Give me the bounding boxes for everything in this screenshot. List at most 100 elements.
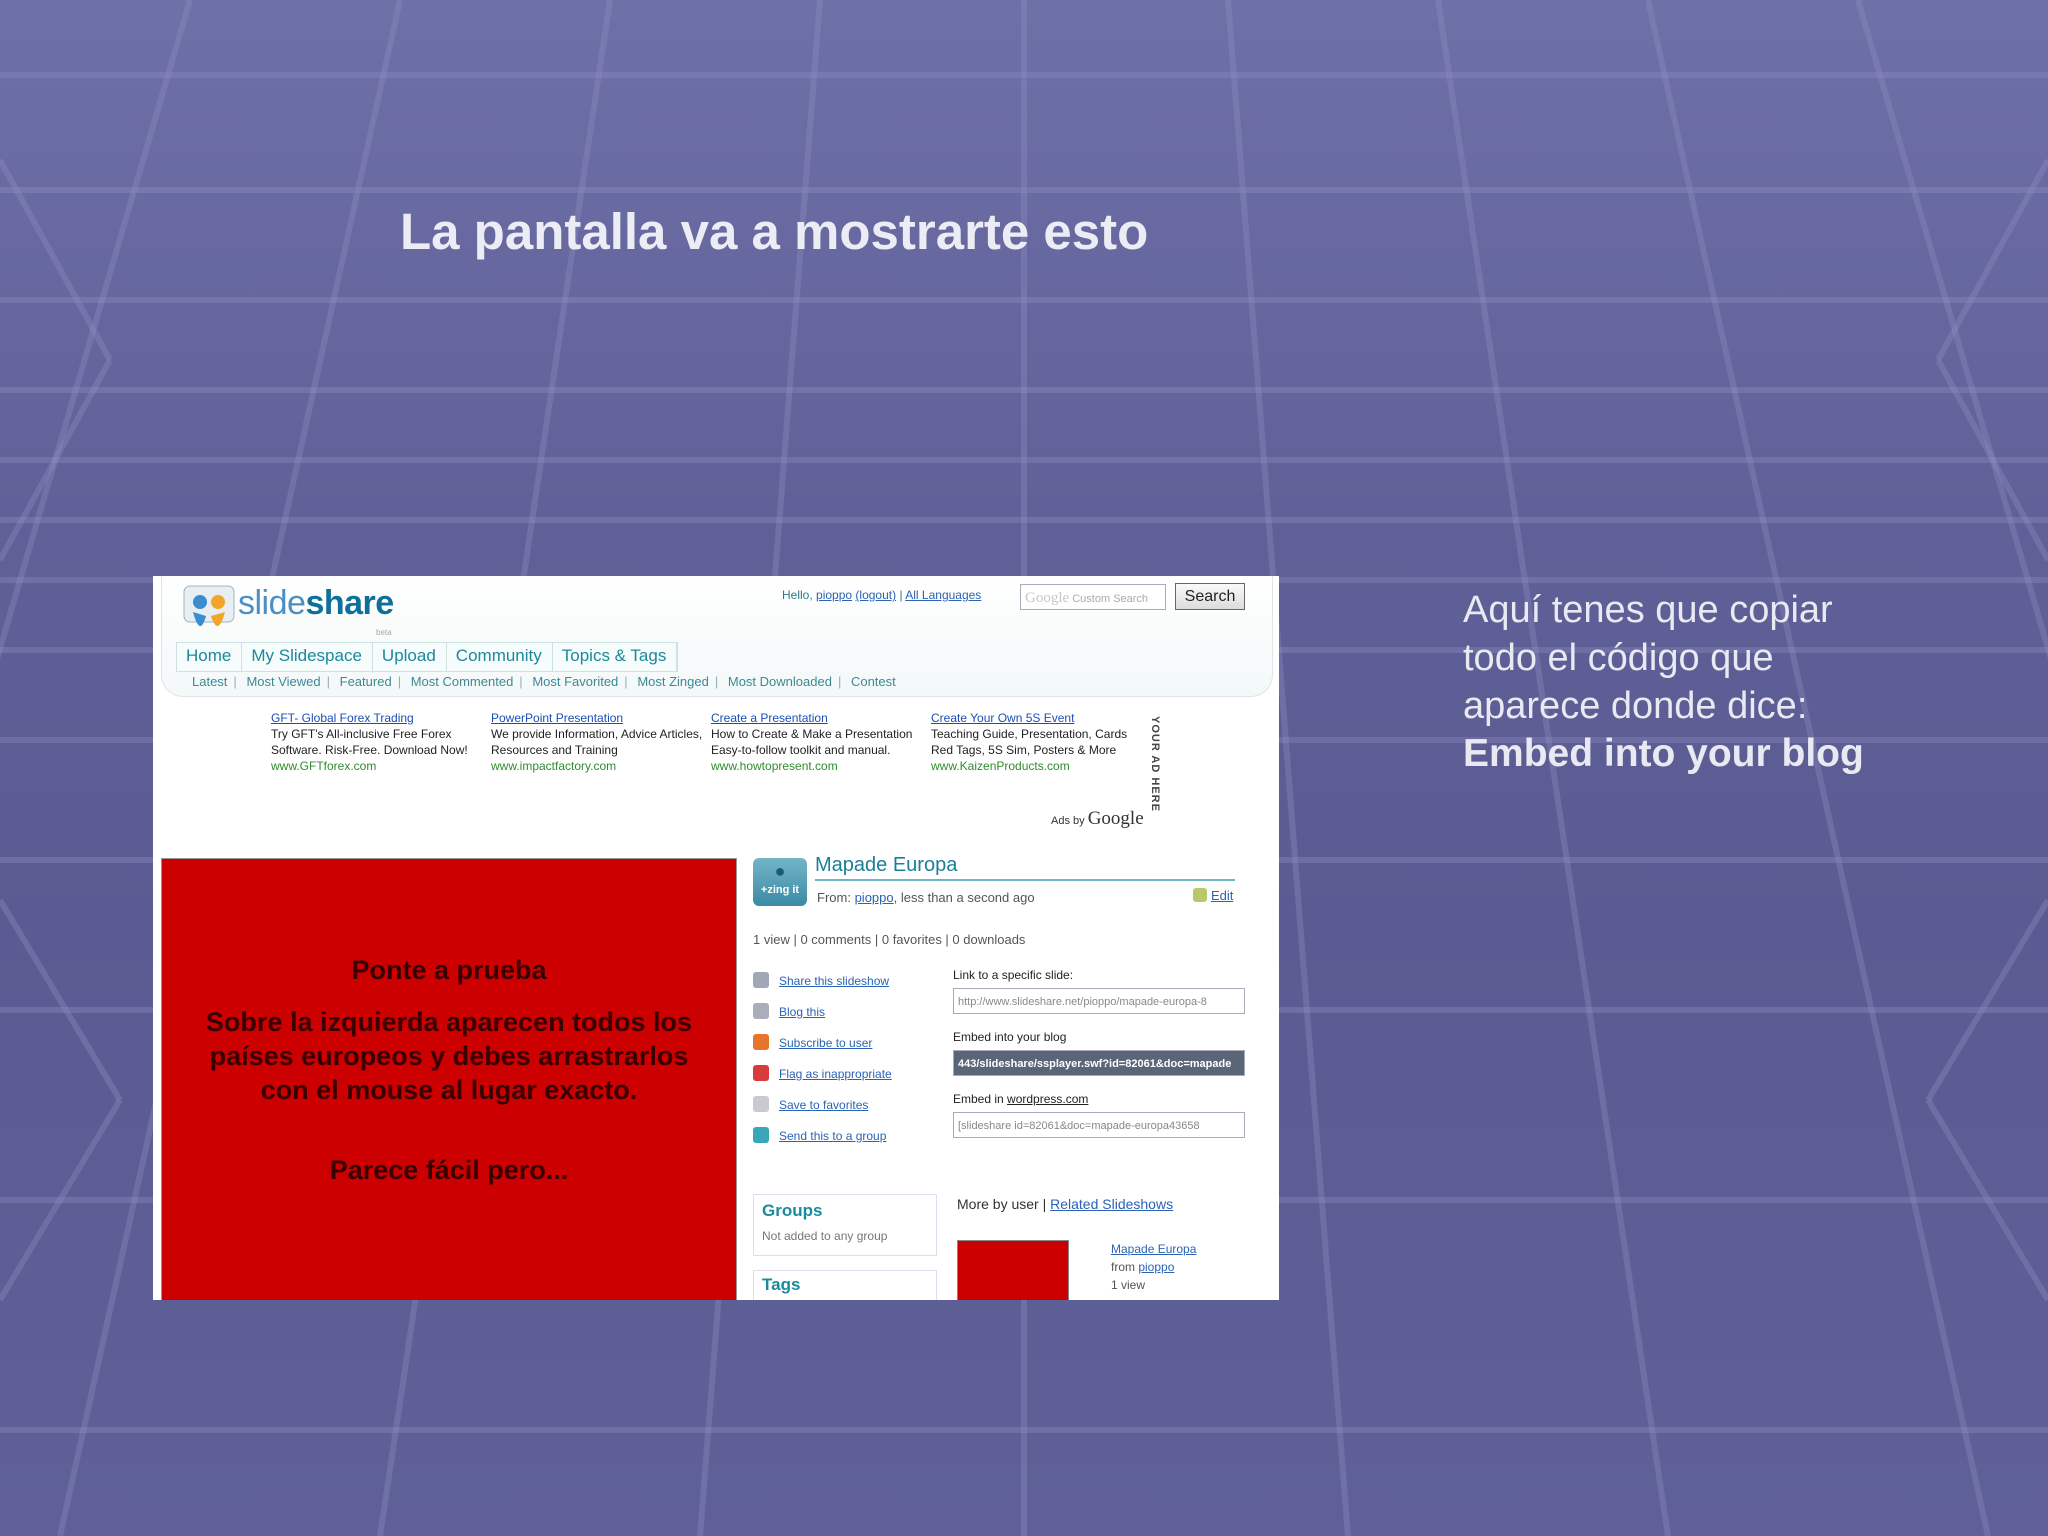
action-favorite[interactable]: Save to favorites: [753, 1096, 892, 1127]
action-label[interactable]: Subscribe to user: [779, 1036, 872, 1050]
username-link[interactable]: pioppo: [816, 588, 852, 602]
related-title-link[interactable]: Mapade Europa: [1111, 1242, 1196, 1256]
author-link[interactable]: pioppo: [855, 890, 894, 905]
subnav-latest[interactable]: Latest: [192, 674, 227, 689]
side-note: Aquí tenes que copiar todo el código que…: [1463, 586, 1903, 778]
ad-title[interactable]: GFT- Global Forex Trading: [271, 710, 486, 726]
subnav-featured[interactable]: Featured: [340, 674, 392, 689]
search-placeholder-brand: Google: [1025, 590, 1070, 606]
ad-body: Teaching Guide, Presentation, Cards Red …: [931, 727, 1128, 757]
nav-community[interactable]: Community: [447, 643, 553, 671]
ad-url[interactable]: www.howtopresent.com: [711, 758, 926, 774]
action-subscribe[interactable]: Subscribe to user: [753, 1034, 892, 1065]
ad-item[interactable]: Create Your Own 5S Event Teaching Guide,…: [931, 710, 1146, 774]
wordpress-link[interactable]: wordpress.com: [1007, 1092, 1088, 1106]
groups-subtitle: Not added to any group: [762, 1229, 888, 1243]
ad-item[interactable]: GFT- Global Forex Trading Try GFT's All-…: [271, 710, 486, 774]
slide-closing: Parece fácil pero...: [329, 1155, 569, 1185]
ad-item[interactable]: Create a Presentation How to Create & Ma…: [711, 710, 926, 774]
presentation-author: From: pioppo, less than a second ago: [817, 890, 1035, 905]
slideshare-screenshot: slideshare beta Hello, pioppo (logout) |…: [153, 576, 1279, 1300]
action-label[interactable]: Save to favorites: [779, 1098, 868, 1112]
action-label[interactable]: Send this to a group: [779, 1129, 886, 1143]
tab-related[interactable]: Related Slideshows: [1050, 1196, 1173, 1212]
groups-title: Groups: [762, 1201, 823, 1220]
sub-nav: Latest | Most Viewed | Featured | Most Comm…: [192, 674, 896, 689]
tags-panel: Tags: [753, 1270, 937, 1300]
ads-by-text: Ads by: [1051, 815, 1085, 827]
nav-topics-tags[interactable]: Topics & Tags: [553, 643, 678, 671]
related-author-link[interactable]: pioppo: [1138, 1260, 1174, 1274]
languages-link[interactable]: All Languages: [905, 588, 981, 602]
ad-url[interactable]: www.GFTforex.com: [271, 758, 486, 774]
slide-title: La pantalla va a mostrarte esto: [400, 203, 1149, 260]
subnav-most-viewed[interactable]: Most Viewed: [246, 674, 320, 689]
action-group[interactable]: Send this to a group: [753, 1127, 892, 1158]
logout-link[interactable]: (logout): [855, 588, 896, 602]
related-from-label: from: [1111, 1260, 1135, 1274]
embed-panel: Link to a specific slide: http://www.sli…: [953, 968, 1253, 1154]
upload-time: less than a second ago: [900, 890, 1035, 905]
from-label: From:: [817, 890, 851, 905]
pencil-icon: [1193, 888, 1207, 902]
main-nav: Home My Slidespace Upload Community Topi…: [176, 642, 679, 672]
side-note-text: Aquí tenes que copiar todo el código que…: [1463, 589, 1833, 727]
embed-label: Embed into your blog: [953, 1030, 1067, 1044]
groups-panel: Groups Not added to any group: [753, 1194, 937, 1256]
related-info: Mapade Europa from pioppo 1 view: [1111, 1240, 1196, 1294]
ad-url[interactable]: www.impactfactory.com: [491, 758, 706, 774]
embed-code-field[interactable]: 443/slideshare/ssplayer.swf?id=82061&doc…: [953, 1050, 1245, 1076]
more-tabs: More by user | Related Slideshows: [957, 1196, 1173, 1212]
ad-title[interactable]: PowerPoint Presentation: [491, 710, 706, 726]
heart-icon: [753, 1096, 769, 1112]
beta-badge: beta: [376, 628, 392, 637]
slide-preview[interactable]: Ponte a prueba Sobre la izquierda aparec…: [161, 858, 737, 1300]
action-flag[interactable]: Flag as inappropriate: [753, 1065, 892, 1096]
subnav-contest[interactable]: Contest: [851, 674, 896, 689]
ad-item[interactable]: PowerPoint Presentation We provide Infor…: [491, 710, 706, 774]
ad-title[interactable]: Create Your Own 5S Event: [931, 710, 1146, 726]
subnav-most-favorited[interactable]: Most Favorited: [532, 674, 618, 689]
link-label: Link to a specific slide:: [953, 968, 1074, 982]
nav-my-slidespace[interactable]: My Slidespace: [242, 643, 373, 671]
ad-body: We provide Information, Advice Articles,…: [491, 727, 703, 757]
your-ad-here-label[interactable]: YOUR AD HERE: [1149, 716, 1161, 812]
ads-by-google[interactable]: Ads by Google: [1051, 808, 1144, 830]
action-label[interactable]: Flag as inappropriate: [779, 1067, 892, 1081]
tab-separator: |: [1042, 1196, 1047, 1212]
group-icon: [753, 1127, 769, 1143]
search-placeholder: Custom Search: [1072, 593, 1149, 605]
action-label[interactable]: Blog this: [779, 1005, 825, 1019]
action-blog[interactable]: Blog this: [753, 1003, 892, 1034]
zing-icon: ●: [774, 861, 786, 881]
related-thumbnail[interactable]: [957, 1240, 1069, 1300]
side-note-emphasis: Embed into your blog: [1463, 732, 1864, 775]
presentation-stats: 1 view | 0 comments | 0 favorites | 0 do…: [753, 932, 1026, 947]
ad-body: How to Create & Make a Presentation Easy…: [711, 727, 913, 757]
tab-more-by-user[interactable]: More by user: [957, 1196, 1039, 1212]
ad-body: Try GFT's All-inclusive Free Forex Softw…: [271, 727, 468, 757]
edit-label[interactable]: Edit: [1211, 888, 1233, 903]
share-icon: [753, 972, 769, 988]
search-button[interactable]: Search: [1175, 583, 1245, 610]
tags-title: Tags: [762, 1275, 801, 1294]
site-header: slideshare beta Hello, pioppo (logout) |…: [161, 576, 1273, 697]
edit-link[interactable]: Edit: [1193, 888, 1233, 903]
wordpress-code-field[interactable]: [slideshare id=82061&doc=mapade-europa43…: [953, 1112, 1245, 1138]
logo-text-bold: share: [305, 584, 394, 622]
zing-it-button[interactable]: ● +zing it: [753, 858, 807, 906]
logo-wordmark[interactable]: slideshare: [238, 584, 394, 623]
action-label[interactable]: Share this slideshow: [779, 974, 889, 988]
search-input[interactable]: Google Custom Search: [1020, 584, 1166, 610]
action-share[interactable]: Share this slideshow: [753, 972, 892, 1003]
subnav-most-downloaded[interactable]: Most Downloaded: [728, 674, 832, 689]
nav-home[interactable]: Home: [177, 643, 243, 671]
slideshare-logo-icon[interactable]: [182, 582, 238, 640]
action-list: Share this slideshow Blog this Subscribe…: [753, 972, 892, 1158]
subnav-most-commented[interactable]: Most Commented: [411, 674, 514, 689]
nav-upload[interactable]: Upload: [373, 643, 447, 671]
ad-title[interactable]: Create a Presentation: [711, 710, 926, 726]
slide-link-field[interactable]: http://www.slideshare.net/pioppo/mapade-…: [953, 988, 1245, 1014]
subnav-most-zinged[interactable]: Most Zinged: [637, 674, 709, 689]
ad-url[interactable]: www.KaizenProducts.com: [931, 758, 1146, 774]
